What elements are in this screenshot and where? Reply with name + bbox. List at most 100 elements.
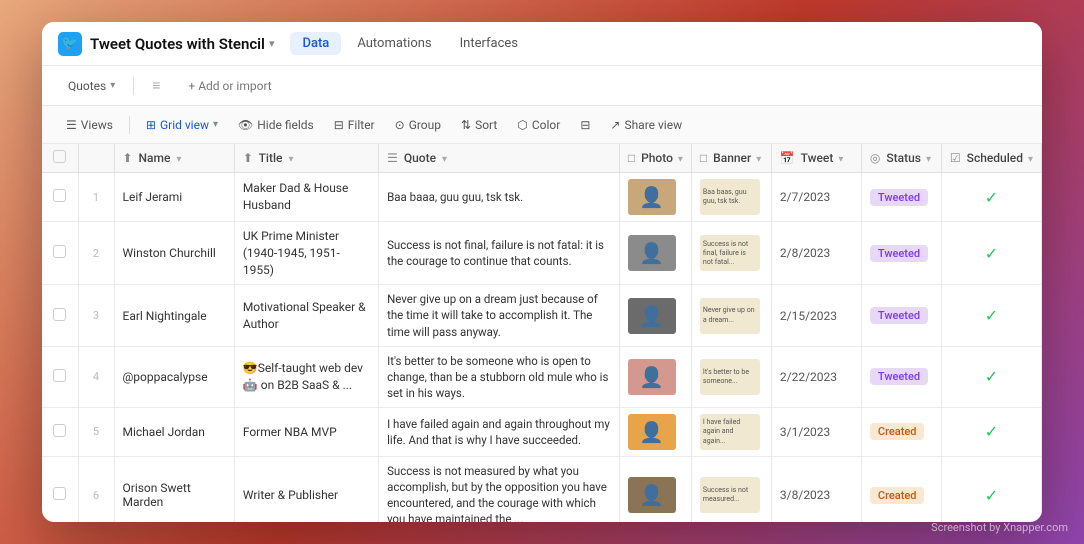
status-badge: Tweeted <box>870 245 928 262</box>
row-number: 3 <box>78 285 114 346</box>
row-photo[interactable]: 👤 <box>619 222 691 285</box>
views-dropdown[interactable]: Quotes ▾ <box>58 75 125 97</box>
grid-view-btn[interactable]: ⊞ Grid view ▾ <box>138 114 226 136</box>
color-icon: ⬡ <box>517 118 527 132</box>
row-photo[interactable]: 👤 <box>619 173 691 222</box>
row-photo[interactable]: 👤 <box>619 456 691 522</box>
sort-btn[interactable]: ⇅ Sort <box>453 114 505 136</box>
row-quote: Never give up on a dream just because of… <box>379 285 620 346</box>
group-icon: ⊙ <box>395 118 405 132</box>
col-photo[interactable]: □ Photo ▾ <box>619 144 691 173</box>
app-title: Tweet Quotes with Stencil <box>90 35 265 53</box>
add-import-button[interactable]: + Add or import <box>178 75 281 97</box>
row-photo[interactable]: 👤 <box>619 346 691 407</box>
row-tweet-date: 2/8/2023 <box>771 222 861 285</box>
status-icon: ◎ <box>870 151 880 165</box>
table-row[interactable]: 1 Leif Jerami Maker Dad & House Husband … <box>42 173 1042 222</box>
row-checkbox-cell[interactable] <box>42 346 78 407</box>
tab-automations[interactable]: Automations <box>345 32 443 55</box>
photo-emoji: 👤 <box>639 241 664 265</box>
data-table: ⬆ Name ▾ ⬆ Title ▾ ☰ Quote ▾ <box>42 144 1042 522</box>
table-row[interactable]: 5 Michael Jordan Former NBA MVP I have f… <box>42 407 1042 456</box>
row-checkbox-cell[interactable] <box>42 285 78 346</box>
row-banner[interactable]: I have failed again and again... <box>691 407 771 456</box>
row-title: 😎Self-taught web dev 🤖 on B2B SaaS & ... <box>234 346 378 407</box>
row-tweet-date: 3/1/2023 <box>771 407 861 456</box>
row-checkbox[interactable] <box>53 308 66 321</box>
row-photo[interactable]: 👤 <box>619 285 691 346</box>
row-quote: I have failed again and again throughout… <box>379 407 620 456</box>
row-banner[interactable]: Success is not measured... <box>691 456 771 522</box>
share-btn[interactable]: ↗ Share view <box>602 114 690 136</box>
rows-btn[interactable]: ⊟ <box>572 114 598 136</box>
row-title: UK Prime Minister (1940-1945, 1951-1955) <box>234 222 378 285</box>
row-checkbox-cell[interactable] <box>42 407 78 456</box>
photo-chevron-icon: ▾ <box>678 154 683 165</box>
scheduled-chevron-icon: ▾ <box>1028 154 1033 165</box>
row-status: Tweeted <box>861 173 941 222</box>
group-btn[interactable]: ⊙ Group <box>387 114 449 136</box>
sidebar-toggle-icon: ≡ <box>152 77 160 94</box>
row-banner[interactable]: Baa baas, guu guu, tsk tsk. <box>691 173 771 222</box>
col-status[interactable]: ◎ Status ▾ <box>861 144 941 173</box>
filter-icon: ⊟ <box>334 118 344 132</box>
col-name[interactable]: ⬆ Name ▾ <box>114 144 234 173</box>
status-badge: Tweeted <box>870 368 928 385</box>
col-title[interactable]: ⬆ Title ▾ <box>234 144 378 173</box>
row-banner[interactable]: It's better to be someone... <box>691 346 771 407</box>
chevron-icon[interactable]: ▾ <box>269 37 275 50</box>
views-toggle[interactable]: ☰ Views <box>58 114 121 136</box>
row-banner[interactable]: Success is not final, failure is not fat… <box>691 222 771 285</box>
scheduled-check-icon: ✓ <box>985 188 998 207</box>
hide-fields-btn[interactable]: 👁 Hide fields <box>230 114 322 136</box>
row-name: Winston Churchill <box>114 222 234 285</box>
row-number: 2 <box>78 222 114 285</box>
view-controls: ☰ Views ⊞ Grid view ▾ 👁 Hide fields ⊟ Fi… <box>42 106 1042 144</box>
table-row[interactable]: 2 Winston Churchill UK Prime Minister (1… <box>42 222 1042 285</box>
scheduled-icon: ☑ <box>950 151 961 165</box>
scheduled-check-icon: ✓ <box>985 306 998 325</box>
table-row[interactable]: 4 @poppacalypse 😎Self-taught web dev 🤖 o… <box>42 346 1042 407</box>
row-quote: It's better to be someone who is open to… <box>379 346 620 407</box>
name-sort-icon: ⬆ <box>123 151 133 165</box>
photo-emoji: 👤 <box>639 483 664 507</box>
row-photo[interactable]: 👤 <box>619 407 691 456</box>
table-row[interactable]: 6 Orison Swett Marden Writer & Publisher… <box>42 456 1042 522</box>
col-quote[interactable]: ☰ Quote ▾ <box>379 144 620 173</box>
col-banner[interactable]: □ Banner ▾ <box>691 144 771 173</box>
status-badge: Tweeted <box>870 189 928 206</box>
row-checkbox[interactable] <box>53 189 66 202</box>
tab-data[interactable]: Data <box>290 32 341 55</box>
toolbar: Quotes ▾ ≡ + Add or import <box>42 66 1042 106</box>
row-checkbox[interactable] <box>53 245 66 258</box>
banner-thumbnail: Never give up on a dream... <box>700 298 760 334</box>
grid-icon: ⊞ <box>146 118 156 132</box>
row-checkbox-cell[interactable] <box>42 173 78 222</box>
row-checkbox[interactable] <box>53 369 66 382</box>
banner-text: I have failed again and again... <box>703 418 757 445</box>
row-scheduled: ✓ <box>941 285 1041 346</box>
color-btn[interactable]: ⬡ Color <box>509 114 568 136</box>
filter-btn[interactable]: ⊟ Filter <box>326 114 383 136</box>
row-status: Tweeted <box>861 285 941 346</box>
header-checkbox[interactable] <box>53 150 66 163</box>
tweet-chevron-icon: ▾ <box>838 154 843 165</box>
col-scheduled[interactable]: ☑ Scheduled ▾ <box>941 144 1041 173</box>
views-icon: ☰ <box>66 118 77 132</box>
col-tweet[interactable]: 📅 Tweet ▾ <box>771 144 861 173</box>
row-checkbox-cell[interactable] <box>42 456 78 522</box>
banner-text: Baa baas, guu guu, tsk tsk. <box>703 188 757 206</box>
row-tweet-date: 2/7/2023 <box>771 173 861 222</box>
row-checkbox[interactable] <box>53 424 66 437</box>
col-checkbox[interactable] <box>42 144 78 173</box>
filter-btn-small[interactable]: ≡ <box>142 73 170 98</box>
table-row[interactable]: 3 Earl Nightingale Motivational Speaker … <box>42 285 1042 346</box>
row-banner[interactable]: Never give up on a dream... <box>691 285 771 346</box>
row-status: Tweeted <box>861 346 941 407</box>
row-checkbox-cell[interactable] <box>42 222 78 285</box>
photo-emoji: 👤 <box>639 185 664 209</box>
row-checkbox[interactable] <box>53 487 66 500</box>
row-number: 5 <box>78 407 114 456</box>
tab-interfaces[interactable]: Interfaces <box>448 32 530 55</box>
banner-thumbnail: It's better to be someone... <box>700 359 760 395</box>
